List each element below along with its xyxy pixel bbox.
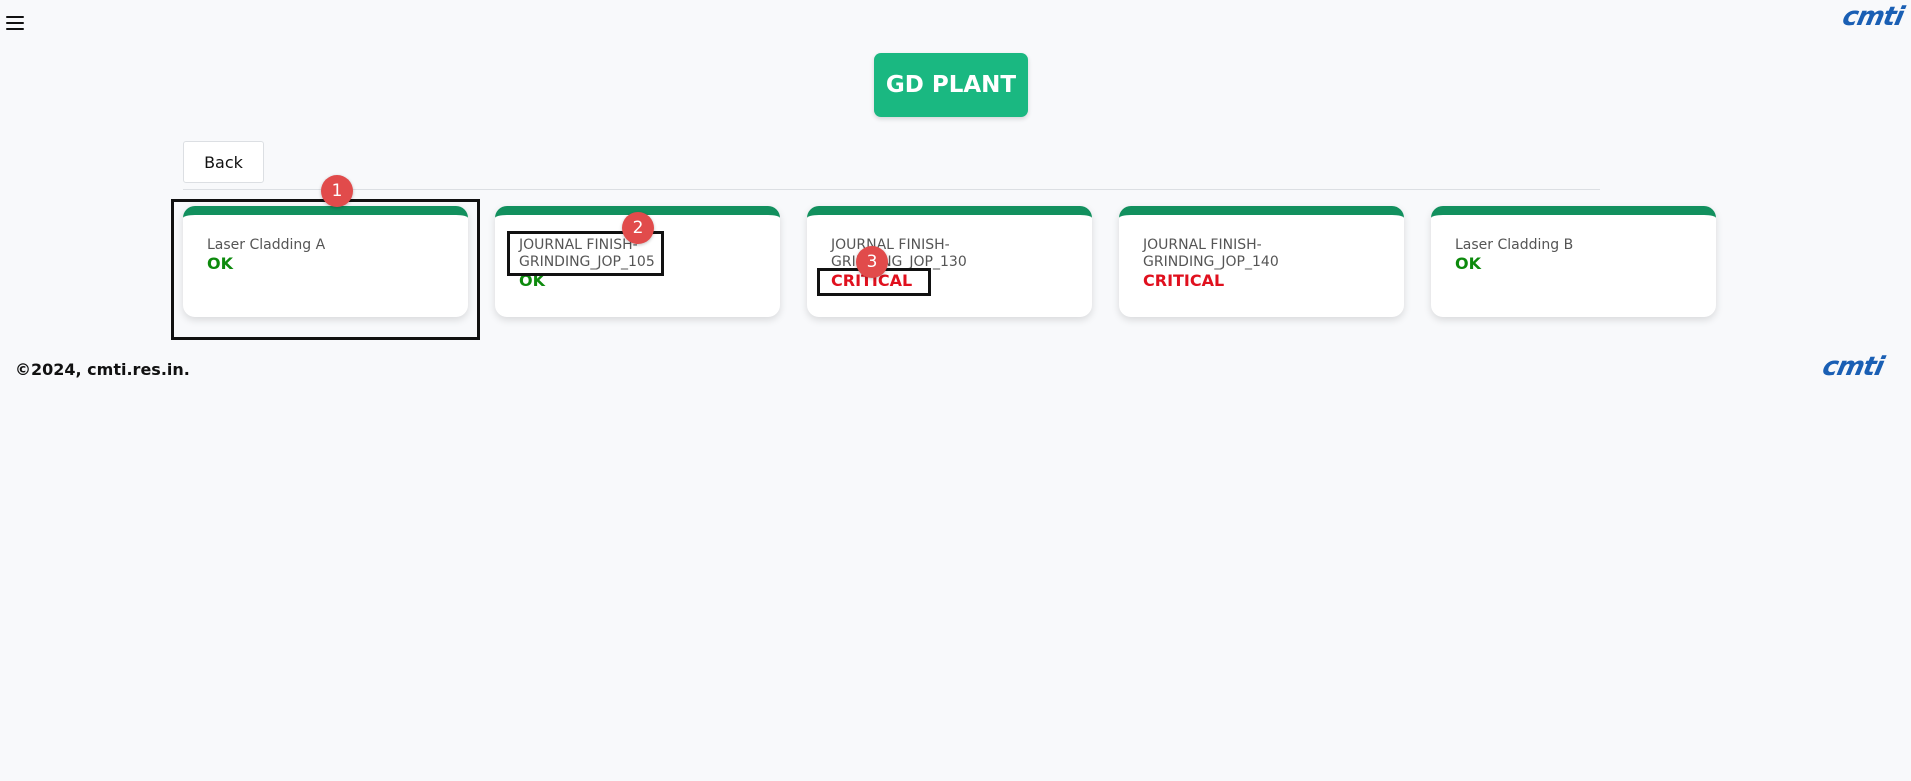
- machine-name: JOURNAL FINISH-GRINDING_JOP_140: [1143, 237, 1279, 270]
- divider: [183, 189, 1600, 190]
- machine-name: Laser Cladding B: [1455, 237, 1574, 253]
- machine-card-jop-140[interactable]: JOURNAL FINISH-GRINDING_JOP_140 CRITICAL: [1119, 206, 1404, 317]
- page-title: GD PLANT: [874, 53, 1028, 117]
- hamburger-menu-icon[interactable]: [6, 16, 24, 30]
- cmti-logo: cmti: [1839, 2, 1907, 32]
- annotation-marker-1: 1: [321, 175, 353, 207]
- machine-card-laser-cladding-b[interactable]: Laser Cladding B OK: [1431, 206, 1716, 317]
- machine-status: CRITICAL: [1143, 271, 1225, 290]
- machine-status: OK: [1455, 254, 1481, 273]
- page: cmti GD PLANT Back Laser Cladding A OK J…: [0, 0, 1911, 781]
- back-button[interactable]: Back: [183, 141, 264, 183]
- machine-name: JOURNAL FINISH-GRINDING_JOP_130: [831, 237, 967, 270]
- annotation-box-1: [171, 199, 480, 340]
- annotation-marker-3: 3: [856, 246, 888, 278]
- machine-card-jop-130[interactable]: JOURNAL FINISH-GRINDING_JOP_130 CRITICAL: [807, 206, 1092, 317]
- footer-copyright: ©2024, cmti.res.in.: [15, 360, 190, 379]
- annotation-marker-2: 2: [622, 212, 654, 244]
- cmti-footer-logo: cmti: [1819, 352, 1887, 382]
